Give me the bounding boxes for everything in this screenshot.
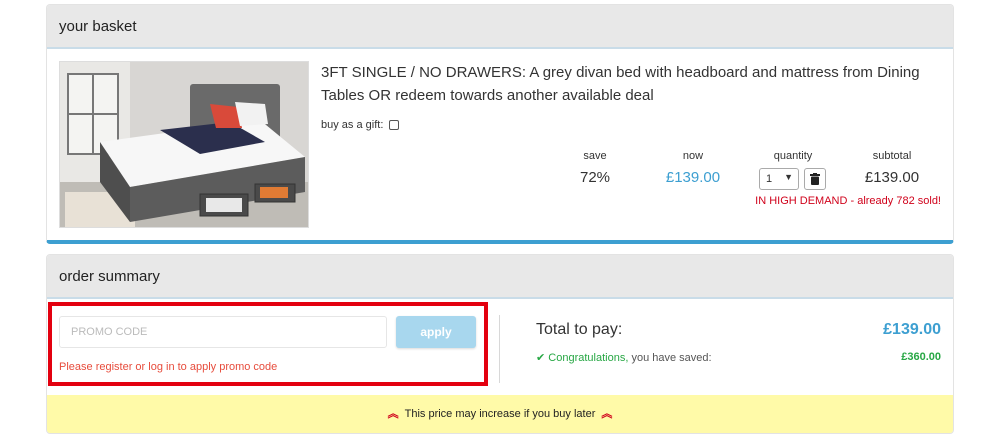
summary-header: order summary xyxy=(47,255,953,299)
demand-notice: IN HIGH DEMAND - already 782 sold! xyxy=(755,195,941,207)
gift-label: buy as a gift: xyxy=(321,119,384,131)
now-price: £139.00 xyxy=(665,169,721,186)
total-value: £139.00 xyxy=(883,321,941,338)
product-image[interactable] xyxy=(59,61,309,228)
order-summary-panel: order summary PROMO CODE apply Please re… xyxy=(46,254,954,434)
price-warning-text: This price may increase if you buy later xyxy=(404,408,596,420)
trash-icon xyxy=(810,173,820,185)
checkmark-icon: ✔ xyxy=(536,352,546,364)
quantity-select[interactable]: 1 ▼ xyxy=(759,168,799,190)
quantity-header: quantity xyxy=(773,150,813,162)
promo-code-input[interactable]: PROMO CODE xyxy=(59,316,387,348)
now-header: now xyxy=(682,150,704,162)
congrats-text: Congratulations, xyxy=(548,352,629,364)
total-label: Total to pay: xyxy=(536,321,623,338)
saved-text: you have saved: xyxy=(628,352,712,364)
save-value: 72% xyxy=(579,169,611,186)
gift-checkbox[interactable] xyxy=(389,120,400,130)
double-chevron-up-icon: ︽ xyxy=(601,407,613,420)
caret-down-icon: ▼ xyxy=(784,172,793,182)
basket-panel: your basket 3FT SINGLE / NO DRAWERS: A g… xyxy=(46,4,954,244)
double-chevron-up-icon: ︽ xyxy=(387,407,399,420)
apply-promo-button[interactable]: apply xyxy=(396,316,476,348)
save-header: save xyxy=(583,150,607,162)
saved-value: £360.00 xyxy=(901,351,941,363)
subtotal-header: subtotal xyxy=(872,150,912,162)
promo-error-message: Please register or log in to apply promo… xyxy=(59,361,278,373)
savings-message: ✔ Congratulations, you have saved: xyxy=(536,351,712,364)
basket-title: your basket xyxy=(59,17,137,35)
quantity-value: 1 xyxy=(766,173,773,185)
summary-title: order summary xyxy=(59,267,160,285)
delete-item-button[interactable] xyxy=(804,168,826,190)
subtotal-value: £139.00 xyxy=(864,169,920,186)
gift-option: buy as a gift: xyxy=(321,119,400,131)
basket-header: your basket xyxy=(47,5,953,49)
summary-divider xyxy=(499,315,500,383)
price-warning-bar: ︽ This price may increase if you buy lat… xyxy=(47,395,953,433)
product-title: 3FT SINGLE / NO DRAWERS: A grey divan be… xyxy=(321,64,920,104)
